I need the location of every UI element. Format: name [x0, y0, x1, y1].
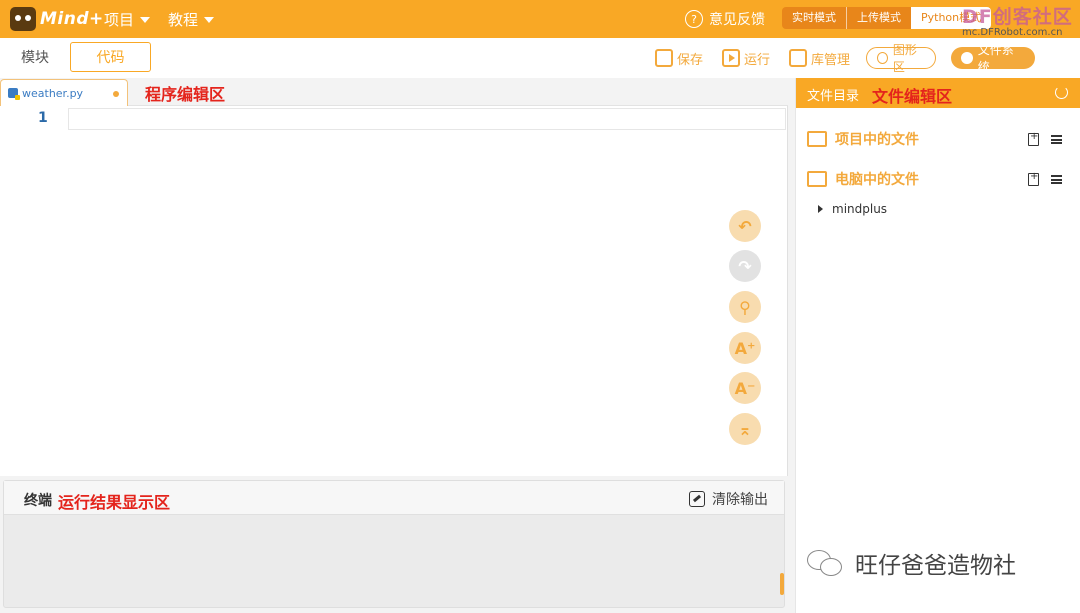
scroll-top-button[interactable]: ⌅	[729, 413, 761, 445]
feedback-button[interactable]: ? 意见反馈	[685, 9, 765, 29]
library-icon	[789, 49, 807, 67]
section-computer-files-label: 电脑中的文件	[835, 172, 919, 188]
file-panel-annotation: 文件编辑区	[872, 87, 953, 106]
logo-text: Mind+	[40, 9, 104, 29]
terminal-title: 终端	[24, 493, 52, 509]
new-file-icon[interactable]	[1028, 171, 1039, 186]
file-tab[interactable]: weather.py	[0, 79, 128, 106]
line-number: 1	[38, 110, 48, 126]
mode-upload[interactable]: 上传模式	[847, 7, 911, 29]
graph-label: 图形区	[892, 43, 917, 74]
run-label: 运行	[744, 52, 771, 68]
app-logo[interactable]: Mind+	[10, 5, 104, 33]
file-panel: 文件目录 文件编辑区 项目中的文件 电脑中的文件 mindplus	[795, 78, 1080, 613]
terminal-annotation: 运行结果显示区	[58, 493, 171, 512]
caret-right-icon	[818, 205, 823, 213]
save-label: 保存	[677, 52, 704, 68]
search-icon: ⚲	[739, 297, 751, 317]
font-increase-button[interactable]: A⁺	[729, 332, 761, 364]
top-bar: Mind+ 项目 教程 ? 意见反馈 实时模式 上传模式 Python模式 DF…	[0, 0, 1080, 38]
undo-icon: ↶	[738, 216, 752, 236]
font-decrease-button[interactable]: A⁻	[729, 372, 761, 404]
search-button[interactable]: ⚲	[729, 291, 761, 323]
play-icon	[722, 49, 740, 67]
menu-icon[interactable]	[1051, 135, 1062, 144]
question-icon: ?	[685, 10, 703, 28]
computer-files-actions	[1028, 171, 1062, 186]
tab-bar: 模块 代码 保存 运行 库管理 图形区 文件系统	[0, 38, 1080, 78]
feedback-label: 意见反馈	[709, 12, 765, 28]
run-button[interactable]: 运行	[722, 47, 770, 69]
tree-item-mindplus[interactable]: mindplus	[818, 202, 887, 216]
new-file-icon[interactable]	[1028, 131, 1039, 146]
section-computer-files[interactable]: 电脑中的文件	[807, 168, 919, 190]
menu-icon[interactable]	[1051, 175, 1062, 184]
graph-area-toggle[interactable]: 图形区	[866, 43, 936, 74]
tree-item-label: mindplus	[832, 202, 888, 216]
filesystem-toggle[interactable]: 文件系统	[951, 43, 1035, 74]
editor-annotation: 程序编辑区	[145, 85, 226, 104]
eraser-icon	[689, 491, 705, 507]
terminal-scrollbar[interactable]	[780, 573, 784, 595]
scroll-top-icon: ⌅	[738, 419, 752, 439]
clear-output-button[interactable]: 清除输出	[689, 489, 768, 509]
watermark-bottom: 旺仔爸爸造物社	[805, 546, 1016, 580]
watermark-top: DF创客社区 mc.DFRobot.com.cn	[962, 2, 1080, 38]
watermark-bottom-label: 旺仔爸爸造物社	[855, 553, 1016, 579]
undo-button[interactable]: ↶	[729, 210, 761, 242]
current-line[interactable]	[68, 108, 786, 130]
font-decrease-icon: A⁻	[734, 378, 756, 398]
redo-button[interactable]: ↷	[729, 250, 761, 282]
mode-realtime[interactable]: 实时模式	[782, 7, 847, 29]
section-project-files[interactable]: 项目中的文件	[807, 128, 919, 150]
watermark-title: DF创客社区	[962, 6, 1073, 28]
file-panel-header: 文件目录 文件编辑区	[796, 78, 1080, 108]
python-file-icon	[8, 88, 20, 100]
unsaved-dot-icon	[113, 91, 119, 97]
line-gutter	[0, 106, 68, 476]
filesystem-label: 文件系统	[977, 43, 1014, 74]
file-tab-strip: weather.py 程序编辑区	[0, 78, 788, 106]
font-increase-icon: A⁺	[734, 338, 756, 358]
file-list-icon	[807, 131, 827, 147]
save-icon	[655, 49, 673, 67]
caret-down-icon	[140, 16, 151, 23]
save-button[interactable]: 保存	[655, 47, 703, 69]
tab-code[interactable]: 代码	[70, 42, 151, 72]
library-label: 库管理	[811, 52, 851, 68]
code-editor[interactable]: weather.py 程序编辑区 1 ↶ ↷ ⚲ A⁺ A⁻ ⌅	[0, 78, 788, 476]
section-project-files-label: 项目中的文件	[835, 132, 919, 148]
terminal-header: 终端 运行结果显示区 清除输出	[4, 481, 784, 515]
library-button[interactable]: 库管理	[789, 47, 850, 69]
file-tab-label: weather.py	[22, 86, 84, 100]
file-panel-title: 文件目录	[807, 89, 860, 104]
clear-output-label: 清除输出	[712, 492, 768, 508]
wechat-icon	[805, 548, 845, 578]
menu-tutorial-label: 教程	[168, 11, 199, 29]
menu-tutorial[interactable]: 教程	[168, 9, 215, 30]
check-circle-icon	[961, 52, 973, 64]
robot-logo-icon	[10, 7, 36, 31]
mode-switcher: 实时模式 上传模式 Python模式	[782, 7, 992, 29]
circle-icon	[877, 52, 888, 64]
caret-down-icon	[204, 16, 215, 23]
redo-icon: ↷	[738, 256, 752, 276]
terminal-panel: 终端 运行结果显示区 清除输出	[3, 480, 785, 608]
menu-project[interactable]: 项目	[104, 9, 151, 30]
project-files-actions	[1028, 131, 1062, 146]
refresh-icon[interactable]	[1055, 86, 1068, 99]
menu-project-label: 项目	[104, 11, 135, 29]
monitor-icon	[807, 171, 827, 187]
tab-blocks[interactable]: 模块	[0, 42, 70, 72]
